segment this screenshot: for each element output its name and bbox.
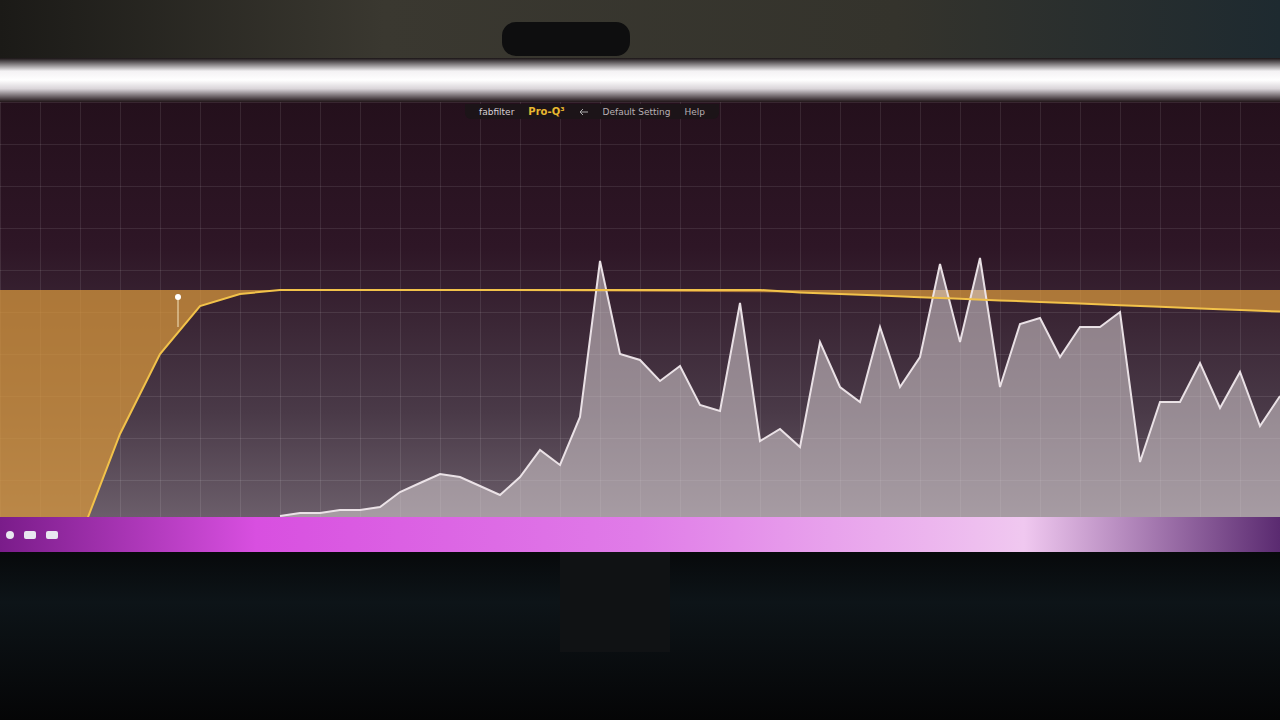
help-button[interactable]: Help	[685, 107, 706, 117]
monitor-light-bar	[0, 58, 1280, 102]
spectrum-line	[280, 258, 1280, 516]
app-icon[interactable]	[24, 531, 36, 539]
preset-name[interactable]: Default Setting	[603, 107, 671, 117]
monitor-stand	[560, 552, 670, 652]
band-stem	[178, 297, 179, 327]
start-icon[interactable]	[6, 531, 14, 539]
product-name: Pro-Q³	[528, 106, 564, 117]
monitor-screen: fabfilter Pro-Q³ Default Setting Help	[0, 102, 1280, 517]
photo-scene: fabfilter Pro-Q³ Default Setting Help	[0, 0, 1280, 720]
eq-curve[interactable]	[0, 290, 1280, 517]
band-node[interactable]	[175, 294, 181, 300]
undo-icon[interactable]	[579, 108, 589, 116]
webcam	[502, 22, 630, 56]
monitor-bottom-glow	[0, 517, 1280, 552]
spectrum-fill	[280, 258, 1280, 517]
room-wall	[0, 0, 1280, 58]
taskbar	[6, 531, 58, 539]
plugin-toolbar: fabfilter Pro-Q³ Default Setting Help	[465, 104, 719, 119]
app-icon[interactable]	[46, 531, 58, 539]
desk	[0, 552, 1280, 720]
eq-display[interactable]	[0, 102, 1280, 517]
brand-logo: fabfilter	[479, 107, 514, 117]
